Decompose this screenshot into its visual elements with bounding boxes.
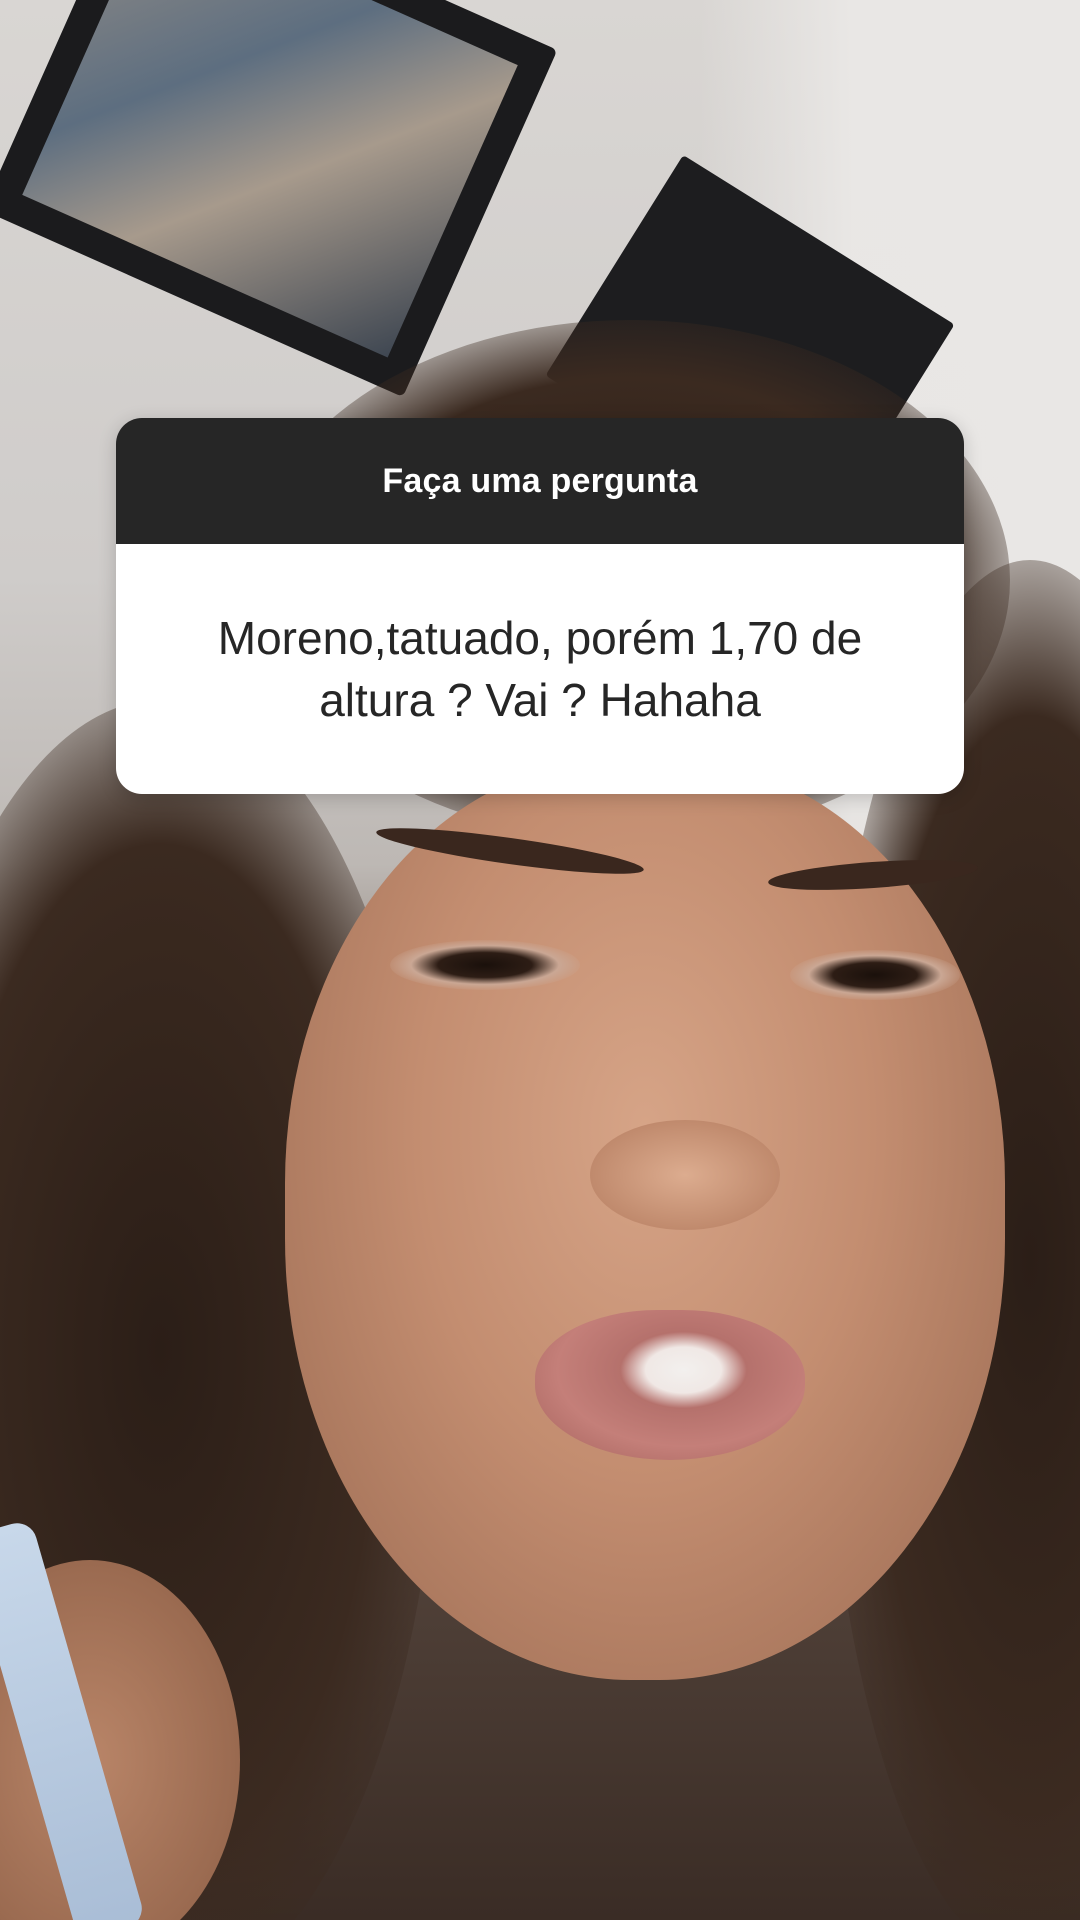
mouth — [535, 1310, 805, 1460]
nose — [590, 1120, 780, 1230]
question-sticker-header: Faça uma pergunta — [116, 418, 964, 544]
wall-picture-frame — [0, 0, 558, 398]
question-sticker-title: Faça uma pergunta — [382, 461, 698, 500]
left-eye — [390, 940, 580, 990]
question-sticker-body: Moreno,tatuado, porém 1,70 de altura ? V… — [116, 544, 964, 794]
right-eye — [790, 950, 960, 1000]
question-text: Moreno,tatuado, porém 1,70 de altura ? V… — [217, 612, 863, 726]
story-screen[interactable]: Faça uma pergunta Moreno,tatuado, porém … — [0, 0, 1080, 1920]
picture-frame-artwork — [22, 0, 518, 358]
question-sticker[interactable]: Faça uma pergunta Moreno,tatuado, porém … — [116, 418, 964, 794]
story-photo-background — [0, 0, 1080, 1920]
